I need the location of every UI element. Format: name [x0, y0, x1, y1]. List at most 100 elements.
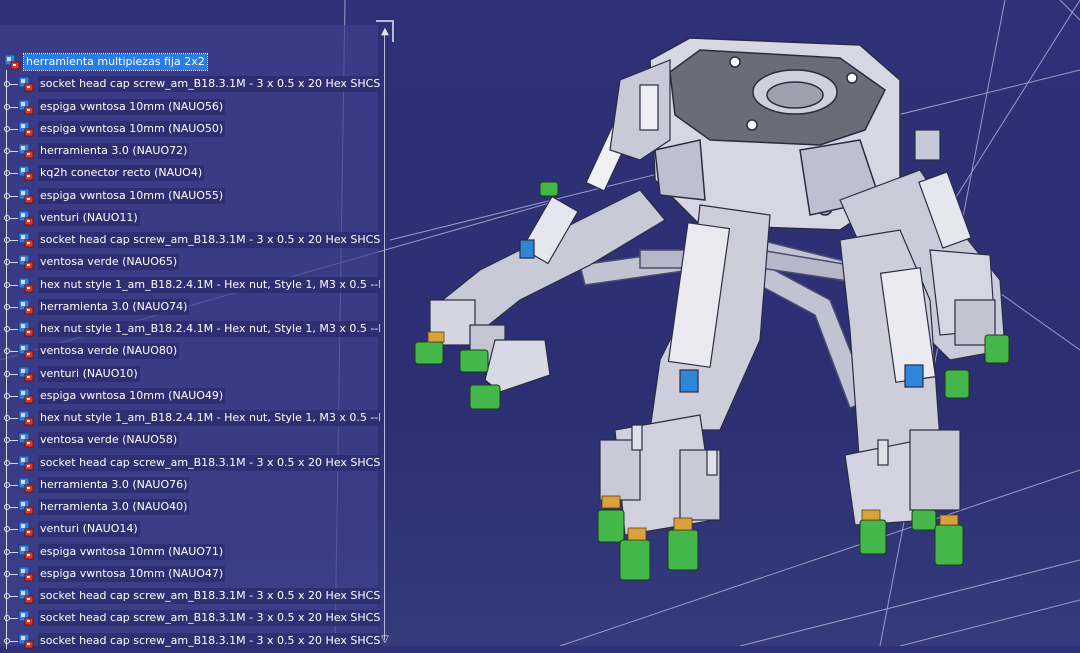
tree-node[interactable]: socket head cap screw_am_B18.3.1M - 3 x … — [0, 586, 380, 606]
tree-node-label[interactable]: espiga vwntosa 10mm (NAUO55) — [38, 187, 226, 204]
part-icon — [18, 254, 34, 270]
tree-node[interactable]: hex nut style 1_am_B18.2.4.1M - Hex nut,… — [0, 408, 380, 428]
tree-node-label[interactable]: socket head cap screw_am_B18.3.1M - 3 x … — [38, 232, 380, 248]
tree-node-label[interactable]: herramienta 3.0 (NAUO74) — [38, 298, 190, 315]
tree-root-label[interactable]: herramienta multipiezas fija 2x2 — [23, 53, 208, 71]
tree-node-label[interactable]: espiga vwntosa 10mm (NAUO56) — [38, 98, 226, 115]
tree-branch-line — [10, 529, 18, 531]
part-icon — [18, 210, 34, 226]
tree-node-label[interactable]: venturi (NAUO11) — [38, 209, 140, 226]
tree-node-label[interactable]: ventosa verde (NAUO80) — [38, 343, 180, 360]
tree-node[interactable]: socket head cap screw_am_B18.3.1M - 3 x … — [0, 631, 380, 651]
specification-tree-panel: herramienta multipiezas fija 2x2 socket h… — [0, 25, 380, 649]
part-icon — [18, 455, 34, 471]
part-icon — [18, 588, 34, 604]
tree-node[interactable]: espiga vwntosa 10mm (NAUO50) — [0, 119, 378, 139]
tree-node[interactable]: venturi (NAUO14) — [0, 519, 378, 539]
part-icon — [18, 366, 34, 382]
tree-node-label[interactable]: espiga vwntosa 10mm (NAUO47) — [38, 565, 226, 582]
part-icon — [18, 499, 34, 515]
tree-node[interactable]: herramienta 3.0 (NAUO40) — [0, 497, 378, 517]
tree-node-label[interactable]: venturi (NAUO10) — [38, 365, 140, 382]
tree-branch-line — [10, 640, 18, 642]
tree-node-label[interactable]: hex nut style 1_am_B18.2.4.1M - Hex nut,… — [38, 321, 380, 337]
tree-node[interactable]: venturi (NAUO10) — [0, 364, 378, 384]
tree-node[interactable]: espiga vwntosa 10mm (NAUO49) — [0, 386, 378, 406]
tree-branch-line — [10, 306, 18, 308]
tree-root-node[interactable]: herramienta multipiezas fija 2x2 — [0, 52, 378, 72]
tree-node-label[interactable]: venturi (NAUO14) — [38, 521, 140, 538]
part-icon — [18, 188, 34, 204]
arm-front-center — [599, 204, 771, 536]
tree-node[interactable]: herramienta 3.0 (NAUO74) — [0, 297, 378, 317]
part-icon — [18, 321, 34, 337]
tree-node[interactable]: socket head cap screw_am_B18.3.1M - 3 x … — [0, 453, 380, 473]
tree-branch-line — [10, 462, 18, 464]
tree-branch-line — [10, 262, 18, 264]
tree-branch-line — [10, 507, 18, 508]
tree-node-label[interactable]: espiga vwntosa 10mm (NAUO50) — [38, 120, 226, 137]
tree-branch-line — [10, 240, 18, 241]
tree-node[interactable]: espiga vwntosa 10mm (NAUO55) — [0, 186, 378, 206]
tree-node-label[interactable]: hex nut style 1_am_B18.2.4.1M - Hex nut,… — [38, 410, 380, 426]
tree-node-label[interactable]: espiga vwntosa 10mm (NAUO71) — [38, 543, 226, 560]
part-icon — [18, 165, 34, 181]
part-icon — [18, 432, 34, 448]
part-icon — [18, 521, 34, 537]
tree-node-label[interactable]: herramienta 3.0 (NAUO76) — [38, 476, 190, 493]
tree-branch-line — [10, 395, 18, 397]
tree-node[interactable]: ventosa verde (NAUO80) — [0, 341, 378, 361]
tree-node[interactable]: venturi (NAUO11) — [0, 208, 378, 228]
part-icon — [18, 121, 34, 137]
scroll-up-icon[interactable]: ▲ — [380, 26, 390, 38]
tree-node-label[interactable]: ventosa verde (NAUO58) — [38, 432, 180, 449]
arm-back-left — [609, 59, 671, 161]
tree-branch-line — [10, 284, 18, 286]
tree-branch-line — [10, 195, 18, 197]
tree-node[interactable]: hex nut style 1_am_B18.2.4.1M - Hex nut,… — [0, 275, 380, 295]
part-icon — [18, 299, 34, 315]
tree-node-label[interactable]: socket head cap screw_am_B18.3.1M - 3 x … — [38, 632, 380, 649]
tree-node-label[interactable]: espiga vwntosa 10mm (NAUO49) — [38, 387, 226, 404]
tree-node-label[interactable]: hex nut style 1_am_B18.2.4.1M - Hex nut,… — [38, 276, 380, 293]
tree-node-label[interactable]: herramienta 3.0 (NAUO72) — [38, 143, 190, 159]
tree-node-label[interactable]: kq2h conector recto (NAUO4) — [38, 165, 205, 182]
tree-branch-line — [10, 351, 18, 353]
tree-node-label[interactable]: socket head cap screw_am_B18.3.1M - 3 x … — [38, 76, 380, 93]
tree-node[interactable]: ventosa verde (NAUO65) — [0, 252, 378, 272]
tree-node[interactable]: socket head cap screw_am_B18.3.1M - 3 x … — [0, 608, 380, 628]
part-icon — [18, 99, 34, 115]
tree-node[interactable]: herramienta 3.0 (NAUO76) — [0, 475, 378, 495]
tree-node[interactable]: espiga vwntosa 10mm (NAUO71) — [0, 542, 378, 562]
part-icon — [18, 410, 34, 426]
part-icon — [18, 232, 34, 248]
part-icon — [18, 544, 34, 560]
tree-node[interactable]: herramienta 3.0 (NAUO72) — [0, 141, 378, 161]
tree-node-label[interactable]: socket head cap screw_am_B18.3.1M - 3 x … — [38, 610, 380, 627]
part-icon — [18, 76, 34, 92]
part-icon — [18, 610, 34, 626]
tree-node[interactable]: hex nut style 1_am_B18.2.4.1M - Hex nut,… — [0, 319, 380, 339]
part-icon — [18, 277, 34, 293]
tree-node[interactable]: ventosa verde (NAUO58) — [0, 430, 378, 450]
tree-node[interactable]: espiga vwntosa 10mm (NAUO56) — [0, 97, 378, 117]
tree-branch-line — [10, 551, 18, 553]
tree-node[interactable]: espiga vwntosa 10mm (NAUO47) — [0, 564, 378, 584]
scroll-track — [384, 34, 385, 640]
tree-node[interactable]: socket head cap screw_am_B18.3.1M - 3 x … — [0, 74, 380, 94]
tree-node[interactable]: kq2h conector recto (NAUO4) — [0, 163, 378, 183]
part-icon — [18, 388, 34, 404]
tree-node-label[interactable]: ventosa verde (NAUO65) — [38, 254, 180, 271]
tree-node-label[interactable]: herramienta 3.0 (NAUO40) — [38, 499, 190, 515]
tree-scrollbar[interactable]: ▲ ▽ — [376, 20, 394, 646]
tree-node[interactable]: socket head cap screw_am_B18.3.1M - 3 x … — [0, 230, 380, 250]
tree-branch-line — [10, 217, 18, 219]
tree-node-label[interactable]: socket head cap screw_am_B18.3.1M - 3 x … — [38, 588, 380, 604]
part-icon — [18, 143, 34, 159]
tree-branch-line — [10, 484, 18, 486]
part-icon — [18, 343, 34, 359]
tree-node-label[interactable]: socket head cap screw_am_B18.3.1M - 3 x … — [38, 454, 380, 471]
scroll-down-icon[interactable]: ▽ — [380, 634, 390, 646]
assembly-icon — [4, 54, 20, 70]
tree-branch-line — [10, 151, 18, 152]
